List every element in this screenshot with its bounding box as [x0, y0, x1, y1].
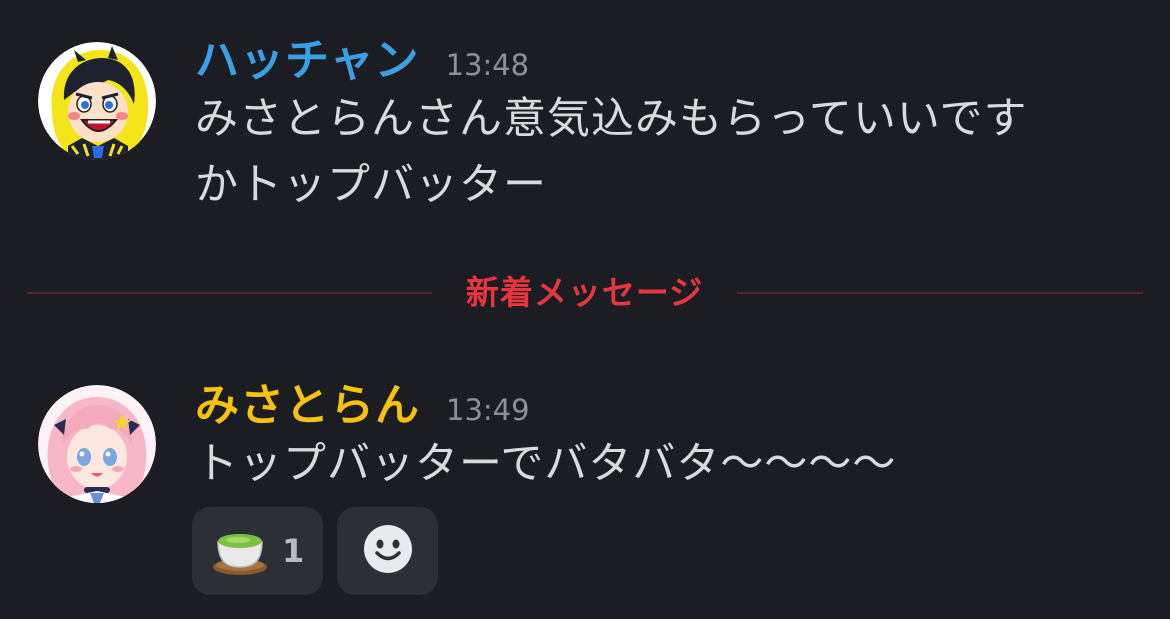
misatoran-avatar-icon[interactable] [38, 385, 156, 503]
reaction-tea[interactable]: 1 [192, 507, 323, 595]
message-header: みさとらん 13:49 [195, 375, 1135, 437]
new-messages-divider: 新着メッセージ [27, 270, 1143, 316]
message-content: ハッチャン 13:48 みさとらんさん意気込みもらっていいです かトップバッター [195, 30, 1135, 218]
reaction-count: 1 [282, 532, 305, 570]
add-reaction-button[interactable] [337, 507, 438, 595]
message-text: みさとらんさん意気込みもらっていいです かトップバッター [195, 86, 1135, 218]
message-content: みさとらん 13:49 トップバッターでバタバタ〜〜〜〜 [195, 375, 1135, 497]
hacchan-avatar-icon[interactable] [38, 42, 156, 160]
chat-view: ハッチャン 13:48 みさとらんさん意気込みもらっていいです かトップバッター… [0, 0, 1170, 619]
message-text-line: トップバッターでバタバタ〜〜〜〜 [195, 439, 897, 489]
username[interactable]: ハッチャン [195, 30, 420, 92]
username[interactable]: みさとらん [195, 375, 420, 437]
message-header: ハッチャン 13:48 [195, 30, 1135, 92]
tea-cup-icon [212, 521, 268, 581]
reaction-bar: 1 [192, 507, 438, 595]
message-text: トップバッターでバタバタ〜〜〜〜 [195, 431, 1135, 497]
divider-line [737, 292, 1143, 294]
new-messages-label: 新着メッセージ [465, 273, 704, 312]
message-text-line: かトップバッター [195, 160, 547, 210]
divider-line [27, 292, 432, 294]
message-text-line: みさとらんさん意気込みもらっていいです [195, 94, 1028, 144]
smiley-icon [363, 524, 413, 578]
